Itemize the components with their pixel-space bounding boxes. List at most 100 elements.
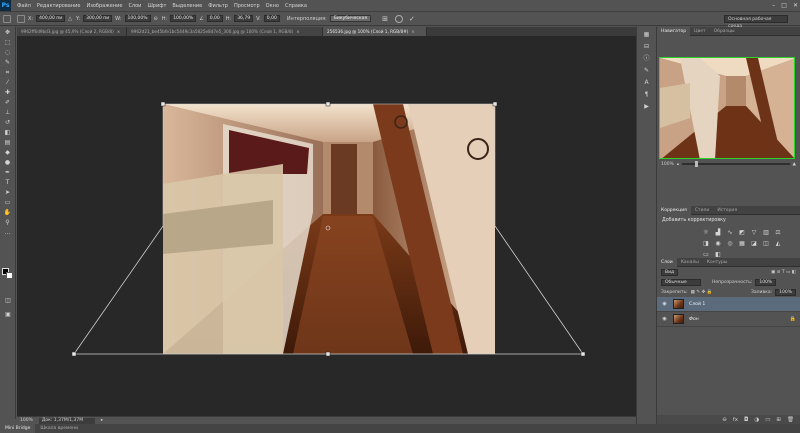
lasso-tool-icon[interactable]: ◌ [3, 49, 13, 57]
levels-icon[interactable]: ▟ [714, 229, 722, 236]
vibrance-icon[interactable]: ▽ [750, 229, 758, 236]
maximize-icon[interactable]: □ [781, 2, 787, 9]
canvas-area[interactable] [17, 36, 636, 416]
opacity-field[interactable]: 100% [755, 278, 777, 286]
reference-point-icon[interactable] [17, 14, 25, 23]
transform-handle[interactable] [71, 351, 77, 357]
path-select-tool-icon[interactable]: ➤ [3, 189, 13, 197]
new-adjustment-icon[interactable]: ◑ [754, 417, 759, 423]
document-tab[interactable]: 9962d21_be45bfe1bc5449c3a5825e8d7e5_300.… [127, 27, 323, 36]
black-white-icon[interactable]: ◨ [702, 240, 710, 247]
healing-tool-icon[interactable]: ✚ [3, 89, 13, 97]
tab-history[interactable]: История [713, 206, 741, 215]
marquee-tool-icon[interactable]: ⬚ [3, 39, 13, 47]
navigator-thumbnail[interactable] [659, 57, 795, 159]
paragraph-icon[interactable]: ¶ [642, 90, 651, 99]
hand-tool-icon[interactable]: ✋ [3, 209, 13, 217]
menu-help[interactable]: Справка [282, 3, 310, 9]
move-tool-icon[interactable]: ✥ [3, 29, 13, 37]
brightness-icon[interactable]: ☼ [702, 229, 710, 236]
tab-adjustments[interactable]: Коррекция [657, 205, 691, 215]
add-mask-icon[interactable]: ◘ [744, 417, 748, 423]
menu-layers[interactable]: Слои [125, 3, 144, 9]
gradient-tool-icon[interactable]: ▤ [3, 139, 13, 147]
document-tab[interactable]: 9962ff6d9bd3.jpg @ 45,9% (Слой 2, RGB/8)… [17, 27, 127, 36]
menu-filter[interactable]: Фильтр [205, 3, 231, 9]
layer-kind-select[interactable]: Вид [661, 268, 679, 276]
invert-icon[interactable]: ◪ [750, 240, 758, 247]
layer-row[interactable]: ◉ Фон 🔒 [657, 312, 800, 327]
menu-view[interactable]: Просмотр [231, 3, 263, 9]
close-icon[interactable]: ✕ [793, 2, 798, 9]
close-tab-icon[interactable]: × [296, 29, 300, 34]
zoom-slider-knob[interactable] [695, 161, 699, 167]
transform-box[interactable] [17, 36, 636, 416]
color-balance-icon[interactable]: ⚖ [774, 229, 782, 236]
height-field[interactable]: 100,00% [170, 15, 197, 22]
navigator-zoom-value[interactable]: 100% [661, 162, 674, 167]
character-icon[interactable]: A [642, 78, 651, 87]
hue-saturation-icon[interactable]: ▥ [762, 229, 770, 236]
workspace-select[interactable]: Основная рабочая среда [724, 15, 788, 29]
stamp-tool-icon[interactable]: ⊥ [3, 109, 13, 117]
menu-image[interactable]: Изображение [83, 3, 125, 9]
document-tab-active[interactable]: 256536.jpg @ 100% (Слой 1, RGB/8#) × [323, 27, 427, 36]
curves-icon[interactable]: ∿ [726, 229, 734, 236]
crop-tool-icon[interactable]: ⌗ [3, 69, 13, 77]
quick-select-tool-icon[interactable]: ✎ [3, 59, 13, 67]
filter-icons[interactable]: ▣ ⊘ T ▭ ◧ [771, 270, 796, 275]
brush-tool-icon[interactable]: ✐ [3, 99, 13, 107]
tab-layers[interactable]: Слои [657, 257, 677, 267]
type-tool-icon[interactable]: T [3, 179, 13, 187]
properties-icon[interactable]: ⊟ [642, 42, 651, 51]
photo-filter-icon[interactable]: ◉ [714, 240, 722, 247]
vskew-field[interactable]: 0,00 [263, 15, 280, 22]
layer-style-icon[interactable]: fx [733, 417, 738, 423]
transform-handle[interactable] [492, 101, 498, 107]
actions-icon[interactable]: ▶ [642, 102, 651, 111]
hskew-field[interactable]: 36,79 [234, 15, 254, 22]
transform-center-point[interactable] [325, 225, 331, 231]
transform-handle[interactable] [325, 351, 331, 357]
quick-mask-icon[interactable]: ◫ [3, 297, 13, 305]
transform-handle[interactable] [160, 101, 166, 107]
status-arrow-icon[interactable]: ▸ [101, 418, 103, 423]
layer-row[interactable]: ◉ Слой 1 [657, 297, 800, 312]
link-layers-icon[interactable]: ⊖ [722, 417, 727, 423]
blend-mode-select[interactable]: Обычные [661, 278, 701, 286]
tab-swatches[interactable]: Образцы [710, 27, 739, 36]
commit-transform-icon[interactable]: ✓ [409, 15, 415, 23]
lock-icons[interactable]: ▦ ✎ ✥ 🔒 [691, 290, 713, 295]
channel-mixer-icon[interactable]: ◎ [726, 240, 734, 247]
transform-tool-icon[interactable] [3, 14, 11, 23]
link-icon[interactable]: ⊖ [153, 16, 159, 22]
info-icon[interactable]: ⓘ [642, 54, 651, 63]
tab-timeline[interactable]: Шкала времени [35, 424, 83, 433]
delete-layer-icon[interactable]: 🗑 [787, 417, 794, 423]
minimize-icon[interactable]: – [772, 2, 775, 9]
navigator-zoom-slider[interactable] [682, 161, 790, 167]
tab-styles[interactable]: Стили [691, 206, 714, 215]
color-lookup-icon[interactable]: ▦ [738, 240, 746, 247]
zoom-level[interactable]: 100% [20, 418, 33, 423]
background-color-swatch[interactable] [6, 272, 13, 279]
interpolation-select[interactable]: Бикубическая [329, 15, 372, 22]
eraser-tool-icon[interactable]: ◧ [3, 129, 13, 137]
new-layer-icon[interactable]: ⊞ [776, 417, 781, 423]
tab-paths[interactable]: Контуры [703, 258, 732, 267]
history-brush-icon[interactable]: ↺ [3, 119, 13, 127]
close-tab-icon[interactable]: × [411, 29, 415, 34]
delta-icon[interactable]: △ [67, 16, 73, 22]
history-icon[interactable]: ▦ [642, 30, 651, 39]
visibility-eye-icon[interactable]: ◉ [661, 316, 668, 322]
brush-panel-icon[interactable]: ✎ [642, 66, 651, 75]
zoom-out-icon[interactable]: ▴ [677, 162, 679, 167]
zoom-tool-icon[interactable]: ⚲ [3, 219, 13, 227]
width-field[interactable]: 100,00% [124, 15, 151, 22]
warp-icon[interactable]: ⊞ [381, 15, 389, 23]
y-field[interactable]: 300,00 пи [83, 15, 113, 22]
menu-window[interactable]: Окно [263, 3, 282, 9]
posterize-icon[interactable]: ◫ [762, 240, 770, 247]
menu-edit[interactable]: Редактирование [34, 3, 84, 9]
pen-tool-icon[interactable]: ✒ [3, 169, 13, 177]
